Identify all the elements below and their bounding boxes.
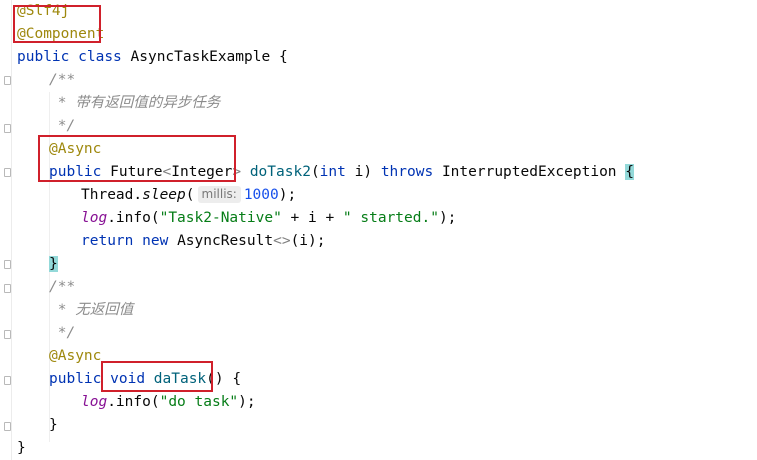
keyword-return: return (81, 233, 134, 249)
fold-marker-icon[interactable] (4, 422, 11, 431)
fold-marker-icon[interactable] (4, 168, 11, 177)
paren-open: ( (310, 164, 320, 180)
code-line-thread-sleep[interactable]: Thread.sleep(millis: 1000); (81, 184, 296, 207)
code-line-log-do-task[interactable]: log.info("do task"); (81, 391, 256, 414)
method-open-brace: { (625, 164, 635, 180)
statement-end: (i); (290, 233, 326, 249)
javadoc-open: /** (49, 279, 76, 295)
code-line-javadoc-text[interactable]: * 带有返回值的异步任务 (49, 92, 220, 115)
javadoc-close: */ (49, 325, 76, 341)
javadoc-open: /** (49, 72, 76, 88)
code-line-method-close[interactable]: } (49, 253, 58, 276)
keyword-public: public (17, 49, 70, 65)
code-line-class-declaration[interactable]: public class AsyncTaskExample { (17, 46, 288, 69)
code-line-log-task2[interactable]: log.info("Task2-Native" + i + " started.… (81, 207, 456, 230)
method-name-dotask2: doTask2 (249, 164, 311, 180)
javadoc-text: * 带有返回值的异步任务 (49, 95, 221, 111)
keyword-public: public (49, 371, 102, 387)
method-info: .info( (107, 210, 160, 226)
method-close-brace: } (49, 256, 58, 272)
concat-expression: + i + (281, 210, 343, 226)
paren-open: ( (185, 187, 195, 203)
code-line-async-annotation-2[interactable]: @Async (49, 345, 101, 368)
code-line-class-close[interactable]: } (17, 437, 26, 460)
class-open-brace: { (278, 49, 288, 65)
class-asyncresult: AsyncResult (177, 233, 274, 249)
statement-end: ); (278, 187, 297, 203)
fold-marker-icon[interactable] (4, 284, 11, 293)
code-line-return[interactable]: return new AsyncResult<>(i); (81, 230, 325, 253)
code-line-javadoc-open[interactable]: /** (49, 69, 75, 92)
keyword-int: int (319, 164, 346, 180)
method-info: .info( (107, 394, 160, 410)
class-close-brace: } (17, 440, 26, 456)
keyword-class: class (78, 49, 122, 65)
fold-marker-icon[interactable] (4, 330, 11, 339)
fold-marker-icon[interactable] (4, 376, 11, 385)
statement-end: ); (438, 210, 457, 226)
highlight-box-void-datask (101, 361, 213, 392)
javadoc-text: * 无返回值 (49, 302, 134, 318)
method-close-brace: } (49, 417, 58, 433)
code-line-method2-close[interactable]: } (49, 414, 58, 437)
fold-marker-icon[interactable] (4, 260, 11, 269)
method-sleep: sleep (142, 187, 186, 203)
exception-type: InterruptedException (441, 164, 617, 180)
paren-close: ) (363, 164, 373, 180)
string-started: " started." (342, 210, 439, 226)
class-name: AsyncTaskExample (130, 49, 271, 65)
string-do-task: "do task" (159, 394, 239, 410)
fold-marker-icon[interactable] (4, 124, 11, 133)
number-1000: 1000 (243, 187, 279, 203)
statement-end: ); (238, 394, 256, 410)
keyword-new: new (142, 233, 169, 249)
field-log: log (81, 394, 108, 410)
annotation-async: @Async (49, 348, 102, 364)
javadoc-close: */ (49, 118, 76, 134)
highlight-box-async-future (38, 135, 236, 182)
parameter-hint-millis: millis: (197, 186, 241, 203)
string-task2-native: "Task2-Native" (159, 210, 282, 226)
highlight-box-annotations (13, 5, 101, 43)
method-open-brace: { (232, 371, 242, 387)
diamond-operator: <> (273, 233, 291, 249)
code-line-javadoc2-close[interactable]: */ (49, 322, 75, 345)
code-line-javadoc2-open[interactable]: /** (49, 276, 75, 299)
fold-marker-icon[interactable] (4, 76, 11, 85)
param-i: i (345, 164, 364, 180)
thread-class: Thread. (81, 187, 143, 203)
gutter-divider (11, 0, 12, 460)
keyword-throws: throws (380, 164, 434, 180)
code-line-javadoc2-text[interactable]: * 无返回值 (49, 299, 133, 322)
field-log: log (81, 210, 108, 226)
